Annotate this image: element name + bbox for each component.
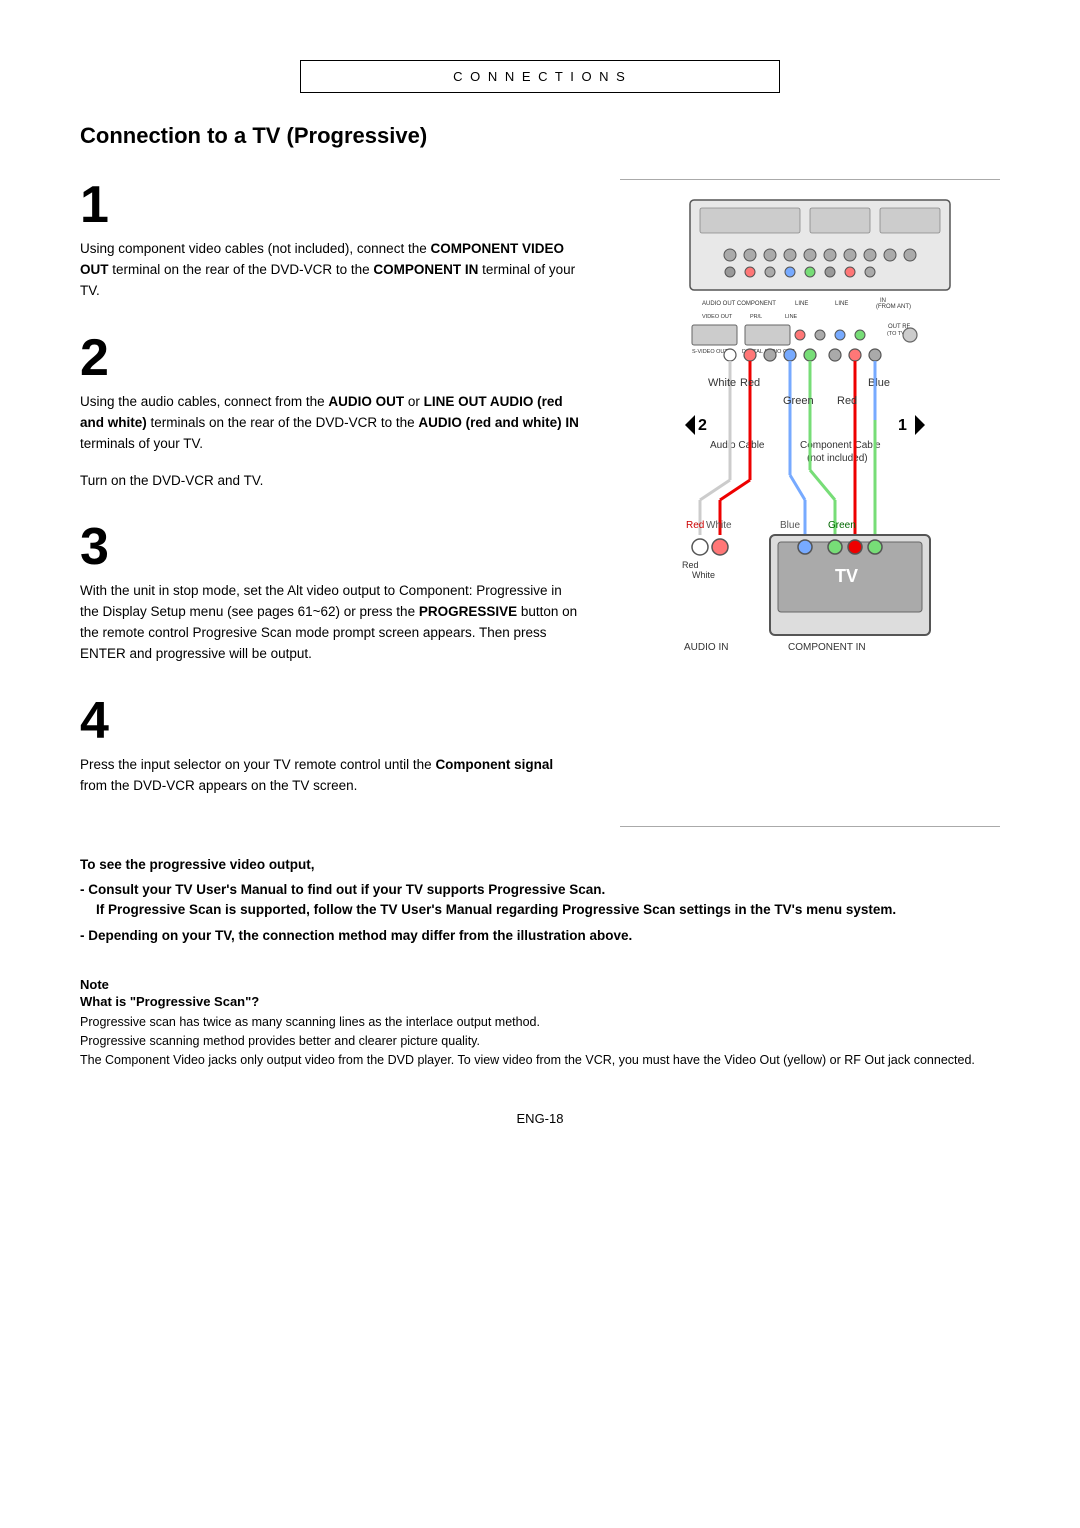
svg-text:White: White [692,570,715,580]
svg-text:Green: Green [828,520,856,531]
step-2-text: Using the audio cables, connect from the… [80,392,580,455]
step-3: 3 With the unit in stop mode, set the Al… [80,521,580,665]
svg-text:VIDEO OUT: VIDEO OUT [702,314,733,320]
note-line-2: Progressive scanning method provides bet… [80,1032,1000,1051]
svg-text:White: White [706,520,732,531]
connection-svg: AUDIO OUT COMPONENT LINE LINE IN (FROM A… [640,190,980,790]
svg-text:Red: Red [682,560,699,570]
main-content: 1 Using component video cables (not incl… [80,179,1000,827]
svg-text:Red: Red [686,520,704,531]
svg-text:S-VIDEO OUT: S-VIDEO OUT [692,349,728,355]
svg-text:TV: TV [835,566,858,586]
page-number: ENG-18 [80,1111,1000,1126]
svg-text:Red: Red [740,377,760,389]
section-header: C O N N E C T I O N S [300,60,780,93]
svg-text:Component Cable: Component Cable [800,440,881,451]
svg-text:Green: Green [783,395,814,407]
svg-text:Blue: Blue [868,377,890,389]
progressive-bullets: Consult your TV User's Manual to find ou… [80,880,1000,947]
section-label: C O N N E C T I O N S [453,69,627,84]
step-1: 1 Using component video cables (not incl… [80,179,580,302]
svg-text:Blue: Blue [780,520,800,531]
svg-text:LINE: LINE [785,314,798,320]
note-title: Note [80,977,1000,992]
bottom-section: To see the progressive video output, Con… [80,857,1000,1071]
svg-text:(FROM ANT): (FROM ANT) [876,304,911,310]
svg-text:Audio Cable: Audio Cable [710,440,765,451]
svg-text:AUDIO IN: AUDIO IN [684,642,728,653]
step-2-extra: Turn on the DVD-VCR and TV. [80,471,580,492]
svg-text:PR/L: PR/L [750,314,762,320]
connection-diagram: AUDIO OUT COMPONENT LINE LINE IN (FROM A… [620,190,1000,790]
note-line-3: The Component Video jacks only output vi… [80,1051,1000,1070]
bullet-1: Consult your TV User's Manual to find ou… [80,880,1000,921]
step-2: 2 Using the audio cables, connect from t… [80,332,580,492]
page-title: Connection to a TV (Progressive) [80,123,1000,149]
steps-column: 1 Using component video cables (not incl… [80,179,580,827]
step-3-number: 3 [80,521,580,573]
svg-text:AUDIO OUT COMPONENT: AUDIO OUT COMPONENT [702,301,776,307]
step-1-number: 1 [80,179,580,231]
svg-text:1: 1 [898,417,907,434]
step-4: 4 Press the input selector on your TV re… [80,695,580,797]
svg-text:2: 2 [698,417,707,434]
note-subtitle: What is "Progressive Scan"? [80,994,1000,1009]
svg-text:Red: Red [837,395,857,407]
diagram-column: AUDIO OUT COMPONENT LINE LINE IN (FROM A… [620,179,1000,827]
note-section: Note What is "Progressive Scan"? Progres… [80,967,1000,1071]
note-line-1: Progressive scan has twice as many scann… [80,1013,1000,1032]
step-3-text: With the unit in stop mode, set the Alt … [80,581,580,665]
step-1-text: Using component video cables (not includ… [80,239,580,302]
progressive-heading: To see the progressive video output, [80,857,1000,872]
bullet-2: Depending on your TV, the connection met… [80,926,1000,946]
svg-text:(not included): (not included) [807,453,868,464]
step-2-number: 2 [80,332,580,384]
step-4-text: Press the input selector on your TV remo… [80,755,580,797]
svg-text:LINE: LINE [835,301,848,307]
progressive-note: To see the progressive video output, Con… [80,857,1000,947]
svg-text:LINE: LINE [795,301,808,307]
step-4-number: 4 [80,695,580,747]
svg-text:White: White [708,377,736,389]
svg-text:COMPONENT IN: COMPONENT IN [788,642,866,653]
